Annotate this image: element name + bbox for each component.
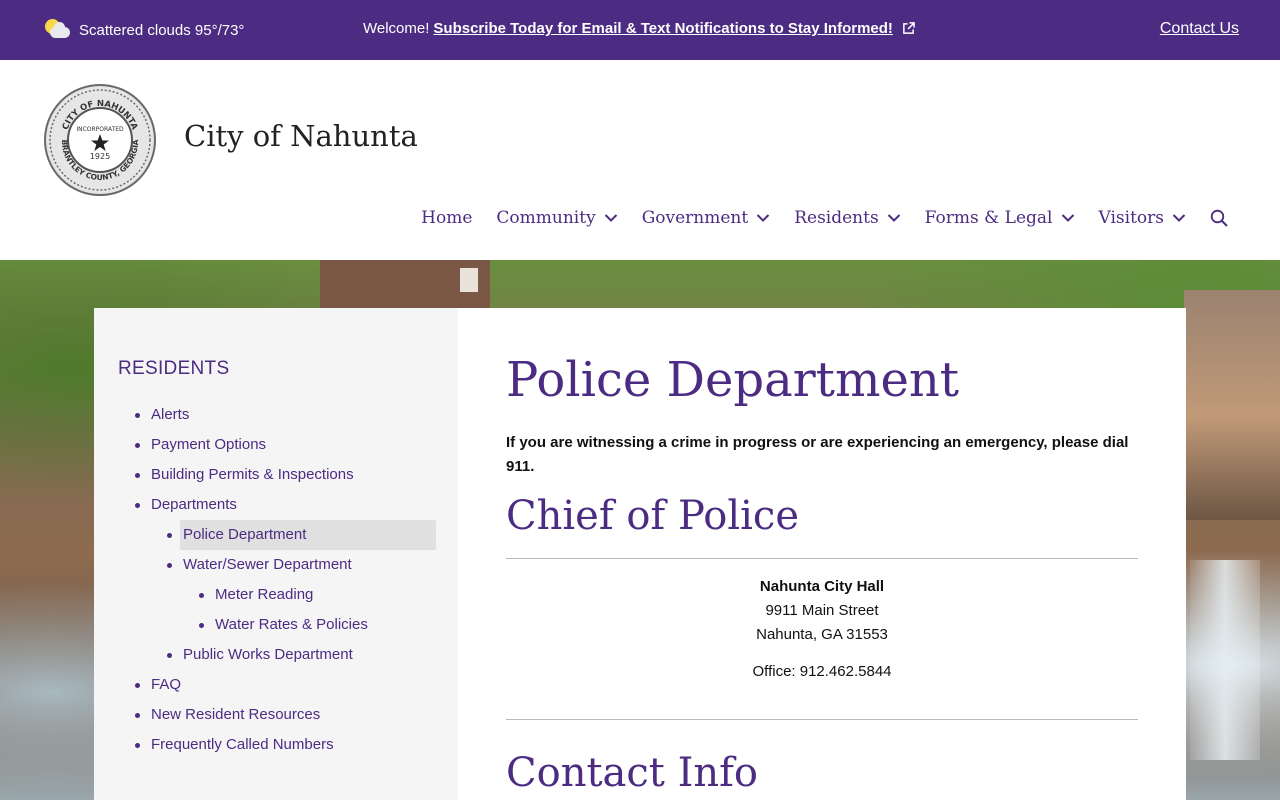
- nav-home[interactable]: Home: [421, 208, 472, 228]
- office-phone: Office: 912.462.5844: [752, 663, 892, 680]
- sidebar-item-label: FAQ: [151, 676, 182, 693]
- top-bar: Scattered clouds 95°/73° Welcome! Subscr…: [0, 0, 1280, 60]
- sidebar-item-label: Payment Options: [151, 436, 267, 453]
- address-block: Nahunta City Hall 9911 Main Street Nahun…: [506, 575, 1138, 647]
- sidebar-item-label: Police Department: [183, 526, 307, 543]
- nav-community[interactable]: Community: [496, 208, 617, 228]
- rock-wall: [1184, 290, 1280, 520]
- bullet-icon: [167, 563, 172, 568]
- weather-text: Scattered clouds 95°/73°: [79, 21, 245, 39]
- partly-cloudy-icon: [44, 18, 72, 42]
- bullet-icon: [135, 443, 140, 448]
- sidebar-item[interactable]: New Resident Resources: [135, 700, 321, 730]
- contact-us-link[interactable]: Contact Us: [1160, 20, 1239, 38]
- chevron-down-icon: [887, 214, 900, 222]
- subscribe-link[interactable]: Subscribe Today for Email & Text Notific…: [433, 20, 893, 37]
- bullet-icon: [199, 593, 204, 598]
- sidebar-item[interactable]: Police Department: [167, 520, 436, 550]
- mill-building: [320, 260, 490, 308]
- sidebar-item[interactable]: Frequently Called Numbers: [135, 730, 334, 760]
- bullet-icon: [167, 653, 172, 658]
- site-header: CITY OF NAHUNTA BRANTLEY COUNTY, GEORGIA…: [0, 60, 1280, 260]
- sidebar-item[interactable]: Water Rates & Policies: [199, 610, 368, 640]
- nav-visitors[interactable]: Visitors: [1099, 208, 1187, 228]
- nav-residents[interactable]: Residents: [794, 208, 900, 228]
- sidebar-item-label: Departments: [151, 496, 237, 513]
- nav-government[interactable]: Government: [642, 208, 771, 228]
- main-content: Police Department If you are witnessing …: [458, 308, 1186, 800]
- emergency-note: If you are witnessing a crime in progres…: [506, 434, 1129, 475]
- address-name: Nahunta City Hall: [759, 578, 885, 595]
- sidebar-heading[interactable]: RESIDENTS: [118, 358, 229, 380]
- sidebar-item-label: Building Permits & Inspections: [151, 466, 354, 483]
- sidebar-item-label: Frequently Called Numbers: [151, 736, 334, 753]
- bullet-icon: [135, 683, 140, 688]
- bullet-icon: [135, 413, 140, 418]
- search-icon[interactable]: [1210, 209, 1228, 227]
- chevron-down-icon: [604, 214, 617, 222]
- sidebar-item-label: Water Rates & Policies: [215, 616, 368, 633]
- sidebar-item-label: Alerts: [151, 406, 190, 423]
- nav-forms-legal[interactable]: Forms & Legal: [925, 208, 1075, 228]
- main-nav: Home Community Government Residents Form…: [421, 208, 1228, 228]
- bullet-icon: [135, 743, 140, 748]
- chevron-down-icon: [1172, 214, 1186, 222]
- welcome-text: Welcome!: [363, 20, 430, 37]
- chevron-down-icon: [1061, 214, 1074, 222]
- city-seal-logo[interactable]: CITY OF NAHUNTA BRANTLEY COUNTY, GEORGIA…: [44, 84, 156, 196]
- chevron-down-icon: [756, 214, 770, 222]
- weather-widget: Scattered clouds 95°/73°: [44, 18, 244, 42]
- sidebar-item[interactable]: Building Permits & Inspections: [135, 460, 354, 490]
- svg-text:INCORPORATED: INCORPORATED: [76, 126, 124, 133]
- waterfall: [1190, 560, 1260, 760]
- bullet-icon: [135, 503, 140, 508]
- address-city: Nahunta, GA 31553: [756, 626, 888, 643]
- bullet-icon: [167, 533, 172, 538]
- welcome-banner: Welcome! Subscribe Today for Email & Tex…: [363, 20, 915, 37]
- sidebar-item[interactable]: Alerts: [135, 400, 190, 430]
- bullet-icon: [135, 713, 140, 718]
- contact-heading: Contact Info: [506, 750, 759, 796]
- sidebar-item[interactable]: Meter Reading: [199, 580, 314, 610]
- divider: [506, 558, 1138, 559]
- sidebar-item[interactable]: Payment Options: [135, 430, 267, 460]
- sidebar-item-label: New Resident Resources: [151, 706, 321, 723]
- sidebar-item[interactable]: Departments: [135, 490, 237, 520]
- svg-text:1925: 1925: [90, 152, 110, 161]
- site-title[interactable]: City of Nahunta: [184, 119, 418, 153]
- chief-heading: Chief of Police: [506, 493, 799, 539]
- sidebar-item-label: Meter Reading: [215, 586, 314, 603]
- sidebar-item[interactable]: Water/Sewer Department: [167, 550, 352, 580]
- sidebar-item-label: Public Works Department: [183, 646, 353, 663]
- sidebar: RESIDENTS Alerts Payment Options Building …: [94, 308, 458, 800]
- sidebar-item[interactable]: Public Works Department: [167, 640, 353, 670]
- divider: [506, 719, 1138, 720]
- address-street: 9911 Main Street: [765, 602, 879, 619]
- sidebar-item[interactable]: FAQ: [135, 670, 182, 700]
- sidebar-item-label: Water/Sewer Department: [183, 556, 352, 573]
- bullet-icon: [199, 623, 204, 628]
- external-link-icon: [903, 22, 915, 34]
- bullet-icon: [135, 473, 140, 478]
- page-title: Police Department: [506, 352, 960, 408]
